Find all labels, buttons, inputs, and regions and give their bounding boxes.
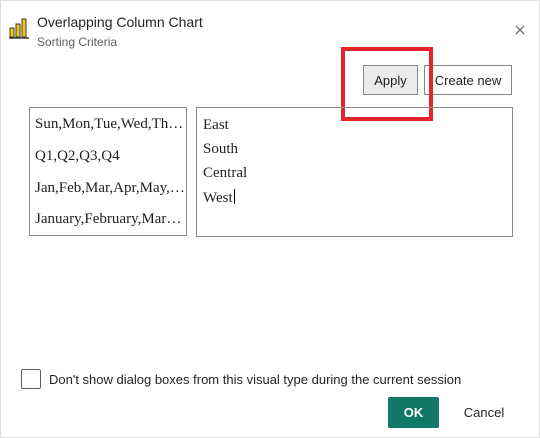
sorting-criteria-dialog: Overlapping Column Chart Sorting Criteri… [0, 0, 540, 438]
editor-line-text: West [203, 190, 233, 206]
editor-line: East [203, 117, 229, 133]
close-icon[interactable] [511, 21, 529, 39]
ok-button[interactable]: OK [388, 397, 439, 428]
editor-line: Central [203, 165, 248, 181]
create-new-button[interactable]: Create new [424, 65, 512, 95]
dialog-subtitle: Sorting Criteria [37, 35, 118, 49]
criteria-list[interactable]: Sun,Mon,Tue,Wed,Thu,Fri,Sat Q1,Q2,Q3,Q4 … [29, 107, 187, 236]
editor-line-last: West [203, 189, 235, 207]
cancel-button[interactable]: Cancel [451, 397, 517, 428]
text-caret [233, 189, 235, 204]
bar-chart-icon [9, 18, 29, 39]
list-item[interactable]: January,February,March,April,May,June,Ju… [35, 211, 185, 228]
editor-line: South [203, 141, 239, 157]
dont-show-checkbox[interactable] [21, 369, 41, 389]
list-item[interactable]: Q1,Q2,Q3,Q4 [35, 148, 185, 165]
dialog-title: Overlapping Column Chart [37, 14, 203, 30]
apply-button[interactable]: Apply [363, 65, 418, 95]
list-item[interactable]: Jan,Feb,Mar,Apr,May,Jun,Jul,Aug,Sep,Oct,… [35, 180, 185, 197]
list-item[interactable]: Sun,Mon,Tue,Wed,Thu,Fri,Sat [35, 116, 185, 133]
sort-order-editor[interactable]: East South Central West [196, 107, 513, 237]
dont-show-label: Don't show dialog boxes from this visual… [49, 372, 462, 387]
